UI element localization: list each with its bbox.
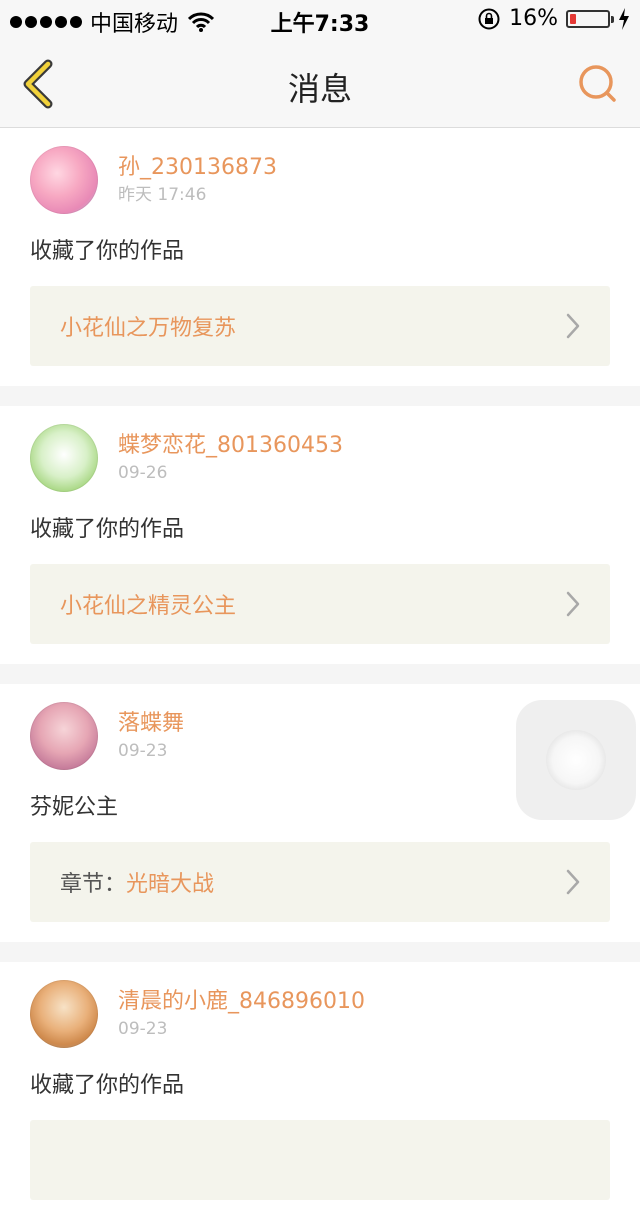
username[interactable]: 清晨的小鹿_846896010: [118, 987, 365, 1017]
avatar[interactable]: [30, 980, 98, 1048]
charging-icon: [619, 7, 629, 30]
user-meta: 孙_230136873 昨天 17:46: [118, 153, 277, 207]
username[interactable]: 蝶梦恋花_801360453: [118, 431, 343, 461]
message-list: 孙_230136873 昨天 17:46 收藏了你的作品 小花仙之万物复苏 蝶梦…: [0, 128, 640, 1220]
assistive-touch-button[interactable]: [516, 700, 636, 820]
message-card: 清晨的小鹿_846896010 09-23 收藏了你的作品: [0, 962, 640, 1220]
message-time: 09-23: [118, 741, 168, 761]
username[interactable]: 落蝶舞: [118, 709, 184, 739]
message-text: 收藏了你的作品: [30, 1073, 185, 1098]
status-bar: 中国移动 上午7:33 16%: [0, 0, 640, 40]
avatar[interactable]: [30, 702, 98, 770]
battery-icon: [566, 9, 614, 28]
username[interactable]: 孙_230136873: [118, 153, 277, 183]
work-title: 小花仙之万物复苏: [60, 316, 237, 341]
assistive-touch-icon: [546, 730, 606, 790]
message-text: 收藏了你的作品: [30, 517, 185, 542]
message-header: 孙_230136873 昨天 17:46: [30, 146, 610, 214]
chevron-right-icon: [566, 869, 580, 895]
work-link[interactable]: 小花仙之精灵公主: [30, 564, 610, 644]
work-link[interactable]: [30, 1120, 610, 1200]
chevron-right-icon: [566, 313, 580, 339]
avatar[interactable]: [30, 424, 98, 492]
battery-fill: [570, 13, 576, 24]
message-header: 蝶梦恋花_801360453 09-26: [30, 424, 610, 492]
message-header: 清晨的小鹿_846896010 09-23: [30, 980, 610, 1048]
chapter-link[interactable]: 章节： 光暗大战: [30, 842, 610, 922]
message-text: 收藏了你的作品: [30, 239, 185, 264]
battery-percent: 16%: [509, 6, 558, 31]
chapter-title: 光暗大战: [126, 872, 215, 897]
user-meta: 清晨的小鹿_846896010 09-23: [118, 987, 365, 1041]
chevron-right-icon: [566, 591, 580, 617]
status-right: 16%: [477, 6, 630, 31]
user-meta: 蝶梦恋花_801360453 09-26: [118, 431, 343, 485]
search-icon[interactable]: [576, 62, 620, 106]
page-title: 消息: [287, 70, 352, 108]
message-card: 孙_230136873 昨天 17:46 收藏了你的作品 小花仙之万物复苏: [0, 128, 640, 386]
message-card: 蝶梦恋花_801360453 09-26 收藏了你的作品 小花仙之精灵公主: [0, 406, 640, 664]
nav-bar: 消息: [0, 40, 640, 128]
work-link[interactable]: 小花仙之万物复苏: [30, 286, 610, 366]
work-title: 小花仙之精灵公主: [60, 594, 237, 619]
message-time: 09-23: [118, 1019, 168, 1039]
avatar[interactable]: [30, 146, 98, 214]
message-time: 昨天 17:46: [118, 185, 207, 205]
orientation-lock-icon: [478, 8, 500, 29]
user-meta: 落蝶舞 09-23: [118, 709, 184, 763]
chapter-prefix: 章节：: [60, 872, 127, 897]
message-time: 09-26: [118, 463, 168, 483]
